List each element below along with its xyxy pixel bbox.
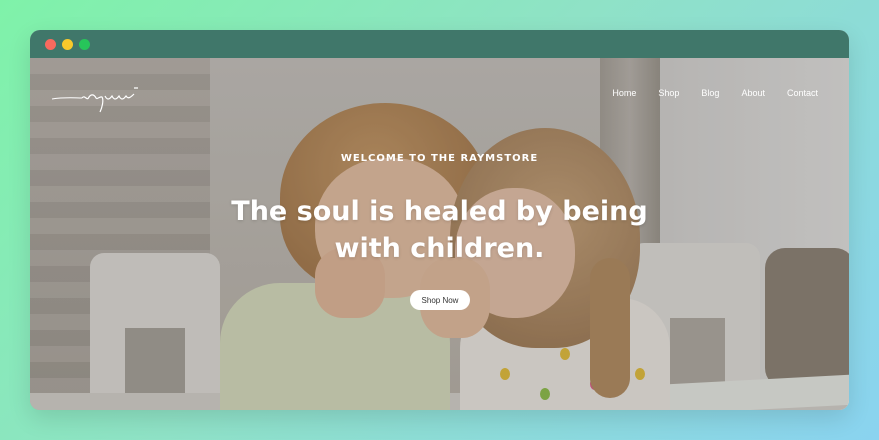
hero-headline-line2: with children.	[334, 233, 545, 264]
minimize-dot-icon[interactable]	[62, 38, 73, 50]
maximize-dot-icon[interactable]	[79, 38, 90, 50]
hero-section: raym Home Shop Blog About Contact WELCOM…	[30, 58, 849, 410]
hero-headline: The soul is healed by being with childre…	[30, 193, 849, 267]
close-dot-icon[interactable]	[45, 38, 56, 50]
nav-item-shop[interactable]: Shop	[658, 88, 679, 98]
brand-logo[interactable]: raym	[50, 86, 140, 116]
nav-item-blog[interactable]: Blog	[701, 88, 719, 98]
nav-item-home[interactable]: Home	[612, 88, 636, 98]
nav-item-about[interactable]: About	[741, 88, 765, 98]
hero-headline-line1: The soul is healed by being	[231, 196, 648, 227]
hero-eyebrow: WELCOME TO THE RAYMSTORE	[340, 153, 539, 164]
shop-now-button[interactable]: Shop Now	[410, 290, 470, 310]
window-titlebar	[30, 30, 849, 58]
browser-window: raym Home Shop Blog About Contact WELCOM…	[30, 30, 849, 410]
main-nav: Home Shop Blog About Contact	[590, 88, 818, 98]
signature-logo-icon	[51, 87, 138, 113]
nav-item-contact[interactable]: Contact	[787, 88, 818, 98]
